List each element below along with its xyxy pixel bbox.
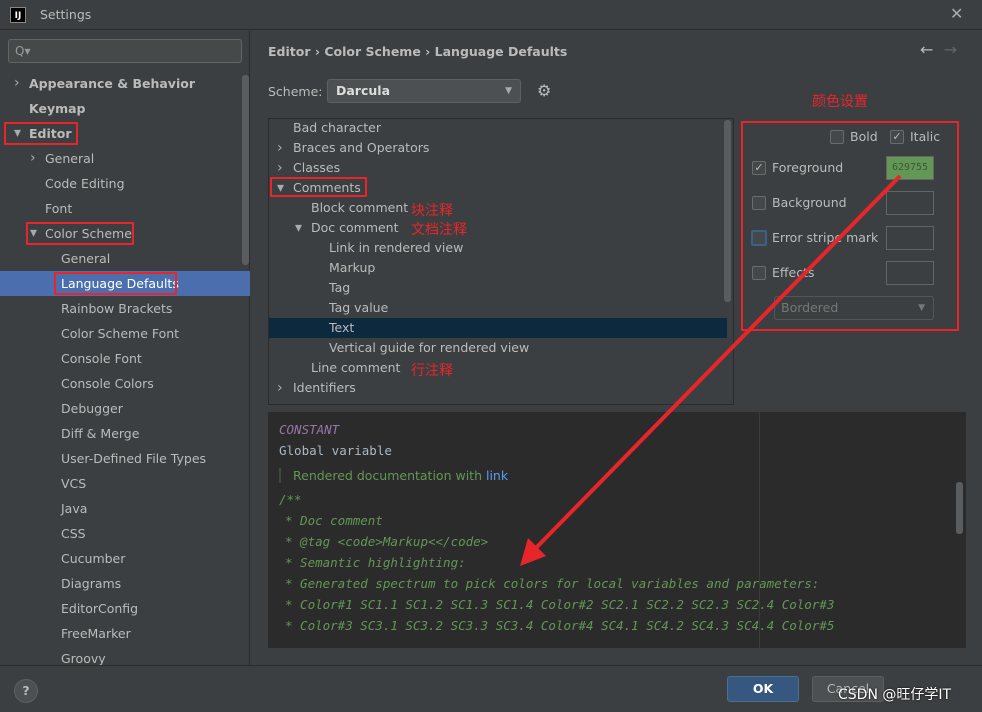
annotation-arrow [520, 174, 902, 566]
watermark: CSDN @旺仔学IT [838, 687, 952, 703]
